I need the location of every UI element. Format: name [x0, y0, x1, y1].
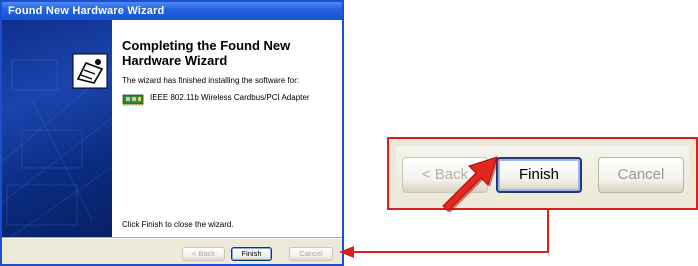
- title-bar[interactable]: Found New Hardware Wizard: [2, 2, 342, 20]
- zoom-callout: < Back Finish Cancel: [387, 137, 698, 210]
- zoom-cancel-button[interactable]: Cancel: [598, 157, 684, 193]
- wizard-heading: Completing the Found New Hardware Wizard: [122, 38, 291, 68]
- finish-button[interactable]: Finish: [231, 247, 272, 261]
- wizard-description: The wizard has finished installing the s…: [122, 76, 299, 85]
- zoom-back-button[interactable]: < Back: [402, 157, 488, 193]
- network-adapter-icon: [122, 94, 144, 106]
- wizard-window: Found New Hardware Wizard Completing the…: [0, 0, 344, 266]
- hardware-wizard-icon: [72, 53, 108, 89]
- wizard-content: Completing the Found New Hardware Wizard…: [112, 20, 342, 237]
- cancel-button[interactable]: Cancel: [289, 247, 333, 261]
- back-button[interactable]: < Back: [182, 247, 225, 261]
- wizard-banner: [2, 20, 112, 237]
- connector-line: [353, 210, 549, 253]
- closing-text: Click Finish to close the wizard.: [122, 220, 234, 229]
- device-name: IEEE 802.11b Wireless Cardbus/PCI Adapte…: [150, 93, 310, 102]
- window-title: Found New Hardware Wizard: [8, 5, 165, 17]
- zoom-button-bar: < Back Finish Cancel: [396, 146, 689, 201]
- button-separator: [2, 237, 342, 239]
- zoom-finish-button[interactable]: Finish: [496, 157, 582, 193]
